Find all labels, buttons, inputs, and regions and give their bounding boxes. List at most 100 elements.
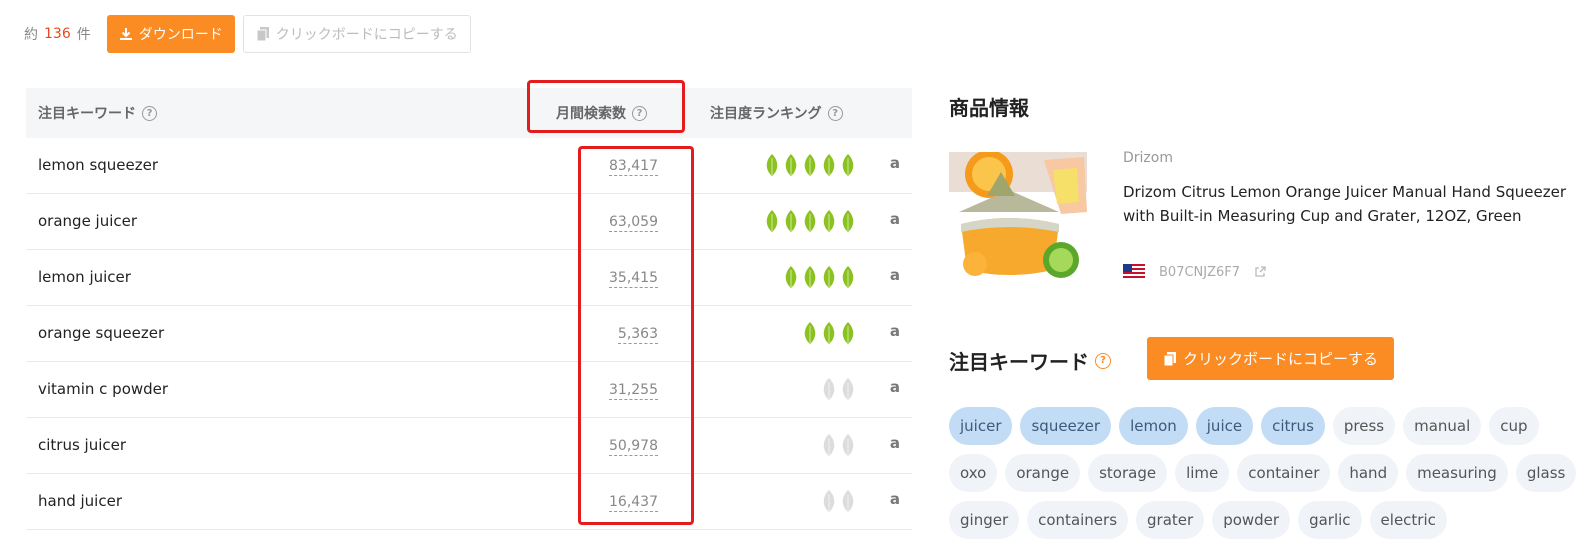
keyword-tag[interactable]: garlic	[1298, 501, 1362, 539]
keywords-heading: 注目キーワード ?	[949, 346, 1111, 375]
keyword-tag[interactable]: containers	[1027, 501, 1129, 539]
external-link-icon[interactable]	[1254, 266, 1266, 278]
keyword-tag[interactable]: electric	[1369, 501, 1447, 539]
table-row[interactable]: orange squeezer 5,363 a	[26, 306, 912, 362]
toolbar: 約 136 件 ダウンロード クリックボードにコピーする	[24, 15, 471, 53]
keyword-tag[interactable]: juicer	[949, 407, 1013, 445]
leaf-icon	[823, 210, 835, 232]
result-count: 約 136 件	[24, 24, 91, 44]
leaf-icon	[804, 266, 816, 288]
leaf-icon	[804, 210, 816, 232]
ranking-leaves	[821, 377, 856, 401]
keyword-cell[interactable]: citrus juicer	[38, 436, 126, 454]
amazon-icon[interactable]: a	[890, 322, 900, 340]
keyword-cell[interactable]: orange juicer	[38, 212, 137, 230]
keyword-tag[interactable]: powder	[1212, 501, 1291, 539]
leaf-icon	[804, 322, 816, 344]
table-row[interactable]: hand juicer 16,437 a	[26, 474, 912, 530]
keyword-tag[interactable]: container	[1237, 454, 1331, 492]
keyword-tag[interactable]: squeezer	[1020, 407, 1112, 445]
ranking-leaves	[821, 433, 856, 457]
amazon-icon[interactable]: a	[890, 434, 900, 452]
keyword-cell[interactable]: lemon juicer	[38, 268, 131, 286]
leaf-icon	[823, 266, 835, 288]
leaf-icon	[766, 210, 778, 232]
keyword-cell[interactable]: orange squeezer	[38, 324, 164, 342]
keyword-tag[interactable]: lime	[1175, 454, 1230, 492]
amazon-icon[interactable]: a	[890, 378, 900, 396]
header-ranking[interactable]: 注目度ランキング ?	[710, 103, 843, 123]
keyword-tag[interactable]: storage	[1088, 454, 1168, 492]
keyword-tag[interactable]: juice	[1195, 407, 1254, 445]
keyword-cell[interactable]: lemon squeezer	[38, 156, 158, 174]
highlight-box-volume-header	[527, 80, 685, 133]
keyword-tag[interactable]: cup	[1489, 407, 1539, 445]
leaf-icon	[785, 154, 797, 176]
table-row[interactable]: lemon squeezer 83,417 a	[26, 138, 912, 194]
keyword-cell[interactable]: hand juicer	[38, 492, 122, 510]
table-row[interactable]: citrus juicer 50,978 a	[26, 418, 912, 474]
help-icon[interactable]: ?	[1095, 352, 1111, 369]
amazon-icon[interactable]: a	[890, 154, 900, 172]
keyword-tags: juicer squeezer lemon juice citrus press manua…	[949, 407, 1583, 539]
leaf-icon	[842, 378, 854, 400]
download-label: ダウンロード	[138, 26, 223, 42]
product-image[interactable]	[949, 152, 1087, 280]
copy-icon	[256, 27, 269, 42]
leaf-icon	[766, 154, 778, 176]
copy-clipboard-button-disabled[interactable]: クリックボードにコピーする	[242, 15, 471, 53]
table-body: lemon squeezer 83,417 a orange juicer 63,059…	[26, 138, 912, 530]
keyword-tag[interactable]: glass	[1515, 454, 1577, 492]
header-keyword[interactable]: 注目キーワード ?	[38, 103, 157, 123]
amazon-icon[interactable]: a	[890, 266, 900, 284]
amazon-icon[interactable]: a	[890, 210, 900, 228]
us-flag-icon	[1123, 264, 1145, 280]
keyword-tag[interactable]: lemon	[1119, 407, 1188, 445]
table-row[interactable]: vitamin c powder 31,255 a	[26, 362, 912, 418]
asin-code[interactable]: B07CNJZ6F7	[1159, 265, 1240, 280]
ranking-leaves	[783, 265, 856, 289]
copy-icon	[1163, 351, 1176, 366]
download-button[interactable]: ダウンロード	[106, 15, 235, 53]
leaf-icon	[842, 322, 854, 344]
product-brand[interactable]: Drizom	[1123, 150, 1173, 166]
ranking-leaves	[764, 153, 856, 177]
keyword-tag[interactable]: citrus	[1261, 407, 1325, 445]
leaf-icon	[823, 154, 835, 176]
keyword-tag[interactable]: hand	[1338, 454, 1399, 492]
table-row[interactable]: orange juicer 63,059 a	[26, 194, 912, 250]
leaf-icon	[842, 210, 854, 232]
keyword-cell[interactable]: vitamin c powder	[38, 380, 168, 398]
leaf-icon	[785, 210, 797, 232]
help-icon[interactable]: ?	[142, 105, 157, 121]
help-icon[interactable]: ?	[827, 105, 843, 121]
count-prefix: 約	[24, 27, 38, 43]
leaf-icon	[785, 266, 797, 288]
ranking-leaves	[821, 489, 856, 513]
leaf-icon	[842, 154, 854, 176]
product-title[interactable]: Drizom Citrus Lemon Orange Juicer Manual…	[1123, 180, 1583, 228]
product-panel: 商品情報 Drizom Drizom Citrus Lemon Orange J…	[949, 0, 1583, 540]
product-info-heading: 商品情報	[949, 96, 1029, 120]
ranking-leaves	[802, 321, 856, 345]
leaf-icon	[842, 266, 854, 288]
keyword-tag[interactable]: oxo	[949, 454, 998, 492]
leaf-icon	[842, 490, 854, 512]
keyword-tag[interactable]: manual	[1403, 407, 1482, 445]
keyword-tag[interactable]: orange	[1005, 454, 1081, 492]
table-header: 注目キーワード ? 月間検索数 ? 注目度ランキング ?	[26, 88, 912, 138]
copy-label: クリックボードにコピーする	[275, 26, 458, 42]
copy-keywords-button[interactable]: クリックボードにコピーする	[1147, 337, 1395, 380]
leaf-icon	[842, 434, 854, 456]
leaf-icon	[823, 490, 835, 512]
leaf-icon	[823, 434, 835, 456]
keyword-tag[interactable]: press	[1332, 407, 1396, 445]
ranking-leaves	[764, 209, 856, 233]
keyword-tag[interactable]: measuring	[1406, 454, 1508, 492]
table-row[interactable]: lemon juicer 35,415 a	[26, 250, 912, 306]
keyword-tag[interactable]: grater	[1136, 501, 1205, 539]
amazon-icon[interactable]: a	[890, 490, 900, 508]
keyword-tag[interactable]: ginger	[949, 501, 1020, 539]
leaf-icon	[823, 378, 835, 400]
product-asin-row: B07CNJZ6F7	[1123, 264, 1266, 280]
